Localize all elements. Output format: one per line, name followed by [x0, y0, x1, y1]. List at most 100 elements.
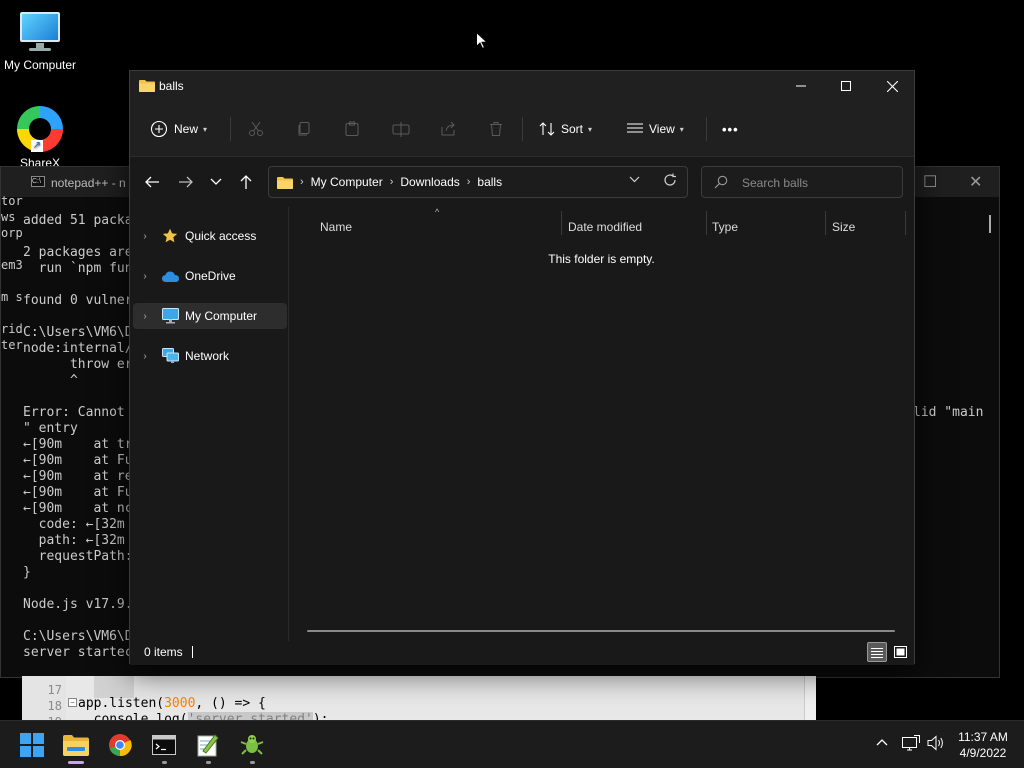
- desktop-icon-sharex[interactable]: ↗ ShareX: [0, 106, 80, 170]
- more-options-button[interactable]: •••: [722, 118, 739, 140]
- view-lines-icon: [627, 123, 643, 133]
- command-divider: [522, 117, 523, 141]
- sort-arrows-icon: [539, 122, 555, 136]
- up-button[interactable]: [236, 173, 256, 191]
- folder-icon: [63, 735, 89, 756]
- volume-button[interactable]: [927, 735, 945, 754]
- maximize-icon: [841, 81, 851, 91]
- column-divider[interactable]: [561, 211, 562, 235]
- notepadpp-icon: [197, 734, 219, 757]
- forward-button[interactable]: [176, 173, 196, 191]
- line-number: 18: [47, 699, 62, 713]
- view-button[interactable]: View ▾: [627, 118, 684, 140]
- rename-button[interactable]: [392, 118, 410, 140]
- nav-item-quick-access[interactable]: › Quick access: [133, 223, 287, 249]
- nav-item-network[interactable]: › Network: [133, 343, 287, 369]
- network-monitor-icon: [902, 735, 920, 751]
- address-history-button[interactable]: [629, 175, 640, 186]
- network-icon: [161, 348, 179, 364]
- start-button[interactable]: [16, 729, 48, 761]
- chevron-down-icon: ▾: [588, 124, 593, 134]
- sort-up-icon: ^: [435, 207, 440, 217]
- breadcrumb-item[interactable]: balls: [477, 175, 502, 189]
- console-left-fragments: tor: ws orp em3 m s rid ter: [1, 194, 23, 352]
- column-header-name[interactable]: Name: [320, 216, 352, 238]
- taskbar-file-explorer[interactable]: [60, 729, 92, 761]
- chevron-right-icon[interactable]: ›: [135, 231, 155, 242]
- address-box[interactable]: › My Computer › Downloads › balls: [268, 166, 688, 198]
- details-view-button[interactable]: [867, 642, 887, 662]
- command-divider: [230, 117, 231, 141]
- minimize-button[interactable]: [778, 71, 824, 101]
- chevron-down-icon: [210, 178, 222, 185]
- console-scrollbar[interactable]: [989, 215, 991, 233]
- nav-item-my-computer[interactable]: › My Computer: [133, 303, 287, 329]
- file-explorer-window[interactable]: balls New ▾ Sort ▾ View ▾ ••• › My Compu…: [129, 70, 915, 665]
- console-output-right-fragment: lid "main: [913, 405, 984, 420]
- clock[interactable]: 11:37 AM 4/9/2022: [950, 729, 1016, 761]
- taskbar-notepadpp[interactable]: [192, 729, 224, 761]
- taskbar-gecko-app[interactable]: [236, 729, 268, 761]
- chevron-up-icon: [876, 739, 888, 746]
- chevron-right-icon[interactable]: ›: [300, 176, 304, 188]
- new-button[interactable]: New ▾: [150, 118, 207, 140]
- console-maximize-button[interactable]: ☐: [923, 172, 937, 192]
- command-divider: [706, 117, 707, 141]
- explorer-titlebar[interactable]: balls: [130, 71, 914, 101]
- plus-circle-icon: [150, 120, 168, 138]
- back-button[interactable]: [142, 173, 162, 191]
- chevron-right-icon[interactable]: ›: [467, 176, 471, 188]
- chevron-right-icon[interactable]: ›: [135, 311, 155, 322]
- notepadpp-window[interactable]: 17 18 19 − app.listen(3000, () => { cons…: [22, 676, 816, 720]
- sort-label: Sort: [561, 122, 584, 136]
- chevron-right-icon[interactable]: ›: [135, 271, 155, 282]
- column-divider[interactable]: [706, 211, 707, 235]
- empty-folder-message: This folder is empty.: [548, 252, 655, 266]
- recent-locations-button[interactable]: [206, 173, 226, 191]
- fold-toggle-icon[interactable]: −: [68, 698, 77, 707]
- taskbar-chrome[interactable]: [104, 729, 136, 761]
- editor-scrollbar[interactable]: [804, 676, 816, 720]
- taskbar-command-prompt[interactable]: [148, 729, 180, 761]
- breadcrumb-item[interactable]: Downloads: [400, 175, 459, 189]
- file-list[interactable]: ^ Name Date modified Type Size This fold…: [289, 207, 914, 641]
- nav-item-label: Quick access: [185, 229, 257, 243]
- rename-icon: [392, 122, 410, 137]
- sort-button[interactable]: Sort ▾: [539, 118, 592, 140]
- show-hidden-icons-button[interactable]: [876, 735, 888, 749]
- search-icon: [714, 175, 728, 192]
- chevron-right-icon[interactable]: ›: [135, 351, 155, 362]
- nav-item-onedrive[interactable]: › OneDrive: [133, 263, 287, 289]
- view-label: View: [649, 122, 675, 136]
- horizontal-scrollbar[interactable]: [307, 630, 895, 632]
- paste-button[interactable]: [344, 118, 360, 140]
- column-divider[interactable]: [905, 211, 906, 235]
- maximize-button[interactable]: [823, 71, 869, 101]
- breadcrumb-item[interactable]: My Computer: [311, 175, 383, 189]
- refresh-button[interactable]: [663, 173, 677, 190]
- column-header-date-modified[interactable]: Date modified: [568, 216, 642, 238]
- close-button[interactable]: [869, 71, 915, 101]
- column-divider[interactable]: [825, 211, 826, 235]
- console-close-button[interactable]: ✕: [969, 172, 982, 192]
- large-icons-view-button[interactable]: [890, 642, 910, 662]
- star-icon: [161, 228, 179, 244]
- details-view-icon: [871, 647, 883, 658]
- close-icon: [886, 80, 898, 92]
- copy-button[interactable]: [296, 118, 312, 140]
- search-input[interactable]: Search balls: [701, 166, 903, 198]
- chevron-down-icon: ▾: [203, 124, 208, 134]
- cut-button[interactable]: [248, 118, 264, 140]
- delete-button[interactable]: [488, 118, 504, 140]
- desktop-icon-my-computer[interactable]: My Computer: [0, 10, 80, 72]
- share-button[interactable]: [440, 118, 456, 140]
- column-header-type[interactable]: Type: [712, 216, 738, 238]
- item-count: 0 items: [144, 645, 183, 659]
- search-placeholder: Search balls: [742, 176, 809, 190]
- network-status-button[interactable]: [902, 735, 920, 754]
- running-app-indicator: [250, 761, 255, 764]
- chevron-right-icon[interactable]: ›: [390, 176, 394, 188]
- code-lines[interactable]: app.listen(3000, () => { console.log('se…: [78, 680, 328, 720]
- column-header-size[interactable]: Size: [832, 216, 855, 238]
- clock-time: 11:37 AM: [958, 730, 1008, 744]
